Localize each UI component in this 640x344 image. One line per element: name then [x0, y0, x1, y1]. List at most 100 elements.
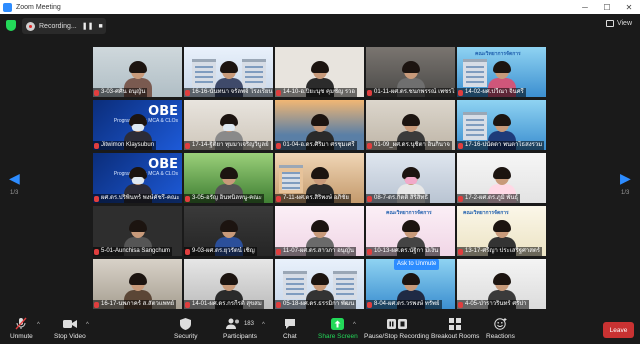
- participant-tile[interactable]: 16-17-นพภาคร์ ส.สัตวแพทย์: [93, 259, 182, 309]
- participant-name: 13-17-ศรีญา ประเสริฐศาสตร์: [457, 247, 542, 256]
- unmute-button[interactable]: Unmute: [10, 317, 33, 340]
- participant-tile[interactable]: 05-18-ผศ.ดร.ธรรมิกา พัฒน: [275, 259, 364, 309]
- security-shield-icon[interactable]: [6, 20, 16, 31]
- participants-options-chevron-icon[interactable]: ^: [262, 322, 265, 328]
- close-button[interactable]: ✕: [618, 0, 640, 14]
- participant-tile[interactable]: 08-7-ดร.กิตติ สิริสิทธิ์: [366, 153, 455, 203]
- muted-mic-icon: [367, 89, 372, 96]
- stop-video-label: Stop Video: [54, 333, 86, 340]
- participant-tile[interactable]: 17-14-ฐิติยา ทุมมาเจริญวิบูลย์: [184, 100, 273, 150]
- muted-mic-icon: [458, 142, 463, 149]
- muted-mic-icon: [185, 248, 190, 255]
- share-screen-icon: [331, 317, 345, 330]
- participant-name: 3-05-อรัญ อินทนิลหนู-คณะ: [184, 194, 264, 203]
- participant-tile[interactable]: 4-05-ป่าราวรินทร์ ศรัปา: [457, 259, 546, 309]
- view-button[interactable]: View: [605, 20, 632, 27]
- reactions-button[interactable]: Reactions: [486, 317, 515, 340]
- participant-tile[interactable]: 7-11-ผศ.ดร.สิริพงษ์ อภิชัย: [275, 153, 364, 203]
- muted-mic-icon: [94, 301, 99, 308]
- recording-indicator: Recording... ❚❚ ■: [22, 18, 106, 34]
- prev-page-arrow-icon[interactable]: ◀: [9, 170, 20, 187]
- leave-button[interactable]: Leave: [603, 322, 634, 338]
- participant-name: 8-04-ผศ.ดร.วรพงษ์ ทรัพย์: [366, 300, 442, 309]
- stop-video-button[interactable]: Stop Video: [54, 317, 86, 340]
- participant-name: 11-07-ผศ.ดร.สาวภา อนุญัน: [275, 247, 356, 256]
- next-page-arrow-icon[interactable]: ▶: [620, 170, 631, 187]
- breakout-rooms-label: Breakout Rooms: [431, 333, 480, 340]
- participant-tile[interactable]: OBE Program PLOs MCA & CLOs ผศ.ดร.ปริพิน…: [93, 153, 182, 203]
- chat-button[interactable]: Chat: [283, 317, 297, 340]
- participant-tile[interactable]: 9-03-ผศ.ดร.ยุวรัตน์ เชิญ: [184, 206, 273, 256]
- faculty-banner-text: คณะวิทยาการจัดการ: [475, 51, 521, 57]
- participant-name: 01-11-ผศ.ดร.ชนกพรรณ์ เพชรไก: [366, 88, 455, 97]
- participant-name: 14-01-ผศ.ดร.กรกีรติ สุขสม: [184, 300, 264, 309]
- participants-button[interactable]: 183 Participants: [223, 317, 257, 340]
- muted-microphone-icon: [15, 317, 27, 330]
- muted-mic-icon: [276, 248, 281, 255]
- video-options-chevron-icon[interactable]: ^: [86, 322, 89, 328]
- participant-tile[interactable]: คณะวิทยาการจัดการ 14-02-ผศ.ปวีณา จินศรี: [457, 47, 546, 97]
- participant-tile[interactable]: 17-2-ผศ.ดร.ภูมิ พันธุ์: [457, 153, 546, 203]
- muted-mic-icon: [458, 248, 463, 255]
- muted-mic-icon: [367, 248, 372, 255]
- participant-tile[interactable]: คณะวิทยาการจัดการ 10-13-ผศ.ดร.นัฐิกา มีเ…: [366, 206, 455, 256]
- muted-mic-icon: [276, 142, 281, 149]
- muted-mic-icon: [367, 195, 372, 202]
- stop-recording-icon[interactable]: ■: [98, 23, 102, 30]
- participant-name: 5-01-Aunchisa Sangchum: [93, 247, 173, 256]
- maximize-button[interactable]: ☐: [596, 0, 618, 14]
- minimize-button[interactable]: ─: [574, 0, 596, 14]
- participant-name: 14-10-อ.ปิยะนุช คุมชัญ รวอ: [275, 88, 358, 97]
- participant-tile[interactable]: 11-07-ผศ.ดร.สาวภา อนุญัน: [275, 206, 364, 256]
- participant-tile[interactable]: 17-16-ปนัดดา พนตาไธสงรวม: [457, 100, 546, 150]
- participant-name: 05-18-ผศ.ดร.ธรรมิกา พัฒน: [275, 300, 357, 309]
- window-titlebar: Zoom Meeting ─ ☐ ✕: [0, 0, 640, 14]
- reactions-smiley-icon: [494, 317, 507, 330]
- muted-mic-icon: [276, 195, 281, 202]
- breakout-rooms-button[interactable]: Breakout Rooms: [431, 317, 479, 340]
- participant-tile[interactable]: 3-05-อรัญ อินทนิลหนู-คณะ: [184, 153, 273, 203]
- participant-name: 17-16-ปนัดดา พนตาไธสงรวม: [457, 141, 545, 150]
- faculty-banner-text: คณะวิทยาการจัดการ: [386, 210, 432, 216]
- muted-mic-icon: [185, 89, 190, 96]
- video-camera-icon: [62, 317, 77, 330]
- obe-banner-title: OBE: [148, 157, 178, 172]
- participant-name: 08-7-ดร.กิตติ สิริสิทธิ์: [366, 194, 431, 203]
- pause-stop-recording-button[interactable]: Pause/Stop Recording: [364, 317, 429, 340]
- muted-mic-icon: [94, 248, 99, 255]
- participant-name: 16-17-นพภาคร์ ส.สัตวแพทย์: [93, 300, 177, 309]
- participant-name: 17-2-ผศ.ดร.ภูมิ พันธุ์: [457, 194, 521, 203]
- participant-tile[interactable]: 3-03-ศศิน อนุญัน: [93, 47, 182, 97]
- pause-stop-recording-icon: [386, 317, 407, 330]
- participant-tile[interactable]: OBE Program PLOs MCA & CLOs Jitwimon Kla…: [93, 100, 182, 150]
- share-screen-button[interactable]: Share Screen: [318, 317, 358, 340]
- participant-name: 9-03-ผศ.ดร.ยุวรัตน์ เชิญ: [184, 247, 257, 256]
- security-button[interactable]: Security: [174, 317, 197, 340]
- pause-stop-recording-label: Pause/Stop Recording: [364, 333, 430, 340]
- audio-options-chevron-icon[interactable]: ^: [37, 322, 40, 328]
- faculty-banner-text: คณะวิทยาการจัดการ: [463, 210, 509, 216]
- participant-tile[interactable]: 5-01-Aunchisa Sangchum: [93, 206, 182, 256]
- participant-name: 17-14-ฐิติยา ทุมมาเจริญวิบูลย์: [184, 141, 271, 150]
- participant-name: 10-13-ผศ.ดร.นัฐิกา มีเงิน: [366, 247, 441, 256]
- chat-label: Chat: [283, 333, 297, 340]
- breakout-rooms-icon: [449, 317, 462, 330]
- participant-tile[interactable]: 01-11-ผศ.ดร.ชนกพรรณ์ เพชรไก: [366, 47, 455, 97]
- participant-tile[interactable]: 14-10-อ.ปิยะนุช คุมชัญ รวอ: [275, 47, 364, 97]
- pause-recording-icon[interactable]: ❚❚: [82, 22, 94, 30]
- participants-count: 183: [243, 320, 254, 327]
- participant-tile[interactable]: คณะวิทยาการจัดการ 13-17-ศรีญา ประเสริฐศา…: [457, 206, 546, 256]
- recording-dot-icon: [26, 21, 35, 31]
- muted-mic-icon: [185, 301, 190, 308]
- participant-tile[interactable]: Ask to Unmute 8-04-ผศ.ดร.วรพงษ์ ทรัพย์: [366, 259, 455, 309]
- participant-tile[interactable]: 01-04-อ.ดร.ศิริมา ศรชุมเศรี: [275, 100, 364, 150]
- obe-banner-title: OBE: [148, 104, 178, 119]
- ask-to-unmute-button[interactable]: Ask to Unmute: [394, 259, 440, 270]
- view-label: View: [616, 20, 632, 27]
- participant-name: 01-09_ผศ.ดร.นุชิตา อินกินาจ: [366, 141, 452, 150]
- share-options-chevron-icon[interactable]: ^: [353, 322, 356, 328]
- participant-tile[interactable]: 01-09_ผศ.ดร.นุชิตา อินกินาจ: [366, 100, 455, 150]
- participant-tile[interactable]: 16-16-นั่นทนา จรัลพจ์ โรงเรียน: [184, 47, 273, 97]
- muted-mic-icon: [276, 301, 281, 308]
- participant-tile[interactable]: 14-01-ผศ.ดร.กรกีรติ สุขสม: [184, 259, 273, 309]
